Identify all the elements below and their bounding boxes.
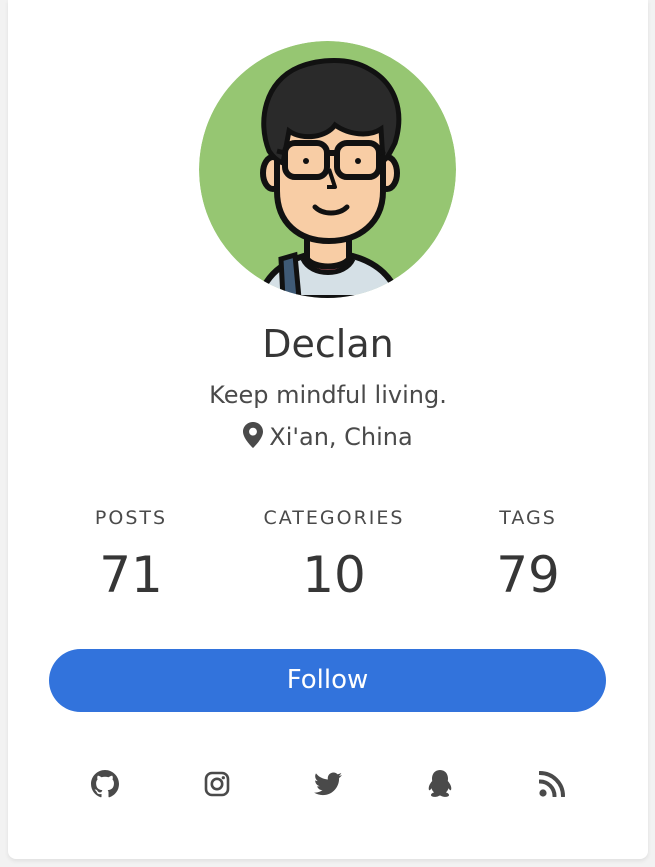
profile-bio: Keep mindful living. — [209, 381, 447, 409]
map-marker-icon — [243, 422, 264, 457]
profile-name: Declan — [262, 322, 394, 366]
qq-icon[interactable] — [418, 762, 462, 806]
rss-icon[interactable] — [530, 762, 574, 806]
stat-categories[interactable]: CATEGORIES 10 — [234, 500, 434, 614]
stat-label: POSTS — [94, 507, 168, 529]
avatar — [199, 41, 456, 298]
stat-posts[interactable]: POSTS 71 — [31, 500, 231, 614]
twitter-icon[interactable] — [306, 762, 350, 806]
instagram-icon[interactable] — [195, 762, 239, 806]
avatar-illustration — [199, 41, 456, 298]
stats-row: POSTS 71 CATEGORIES 10 TAGS 79 — [8, 500, 648, 610]
profile-card: Declan Keep mindful living. Xi'an, China… — [8, 0, 648, 859]
profile-location: Xi'an, China — [8, 420, 648, 457]
stat-label: TAGS — [499, 507, 557, 529]
stat-tags[interactable]: TAGS 79 — [428, 500, 628, 614]
stat-value: 79 — [496, 546, 560, 604]
stat-value: 10 — [302, 546, 366, 604]
social-links — [8, 762, 648, 806]
follow-button[interactable]: Follow — [49, 649, 606, 712]
github-icon[interactable] — [83, 762, 127, 806]
stat-value: 71 — [99, 546, 163, 604]
location-text: Xi'an, China — [269, 423, 413, 451]
stat-label: CATEGORIES — [263, 507, 405, 529]
